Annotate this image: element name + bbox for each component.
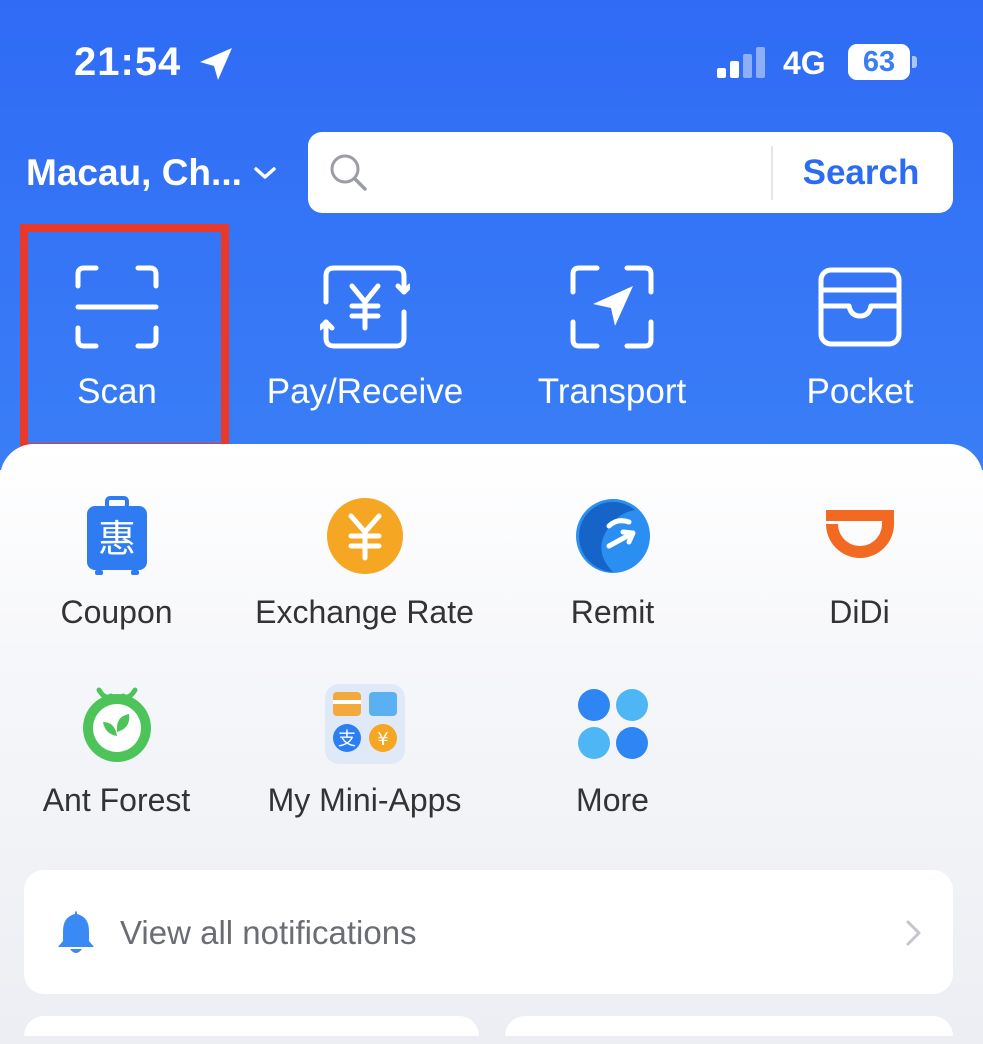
remit-label: Remit (570, 594, 655, 630)
chevron-right-icon (906, 920, 921, 946)
ant-forest-label: Ant Forest (42, 782, 191, 818)
remit-icon (575, 499, 650, 573)
app-coupon[interactable]: 惠 Coupon (0, 496, 239, 631)
exchange-rate-label: Exchange Rate (255, 594, 474, 630)
pocket-icon (818, 267, 902, 347)
view-all-notifications: View all notifications (120, 914, 417, 951)
more-icon (577, 689, 648, 759)
location-arrow-icon (200, 48, 232, 80)
bottom-card-right (505, 1016, 953, 1036)
app-remit[interactable]: Remit (490, 496, 735, 631)
transport-icon (570, 265, 654, 349)
pay-receive-button[interactable]: Pay/Receive (250, 262, 480, 422)
svg-text:惠: 惠 (97, 517, 135, 561)
battery-indicator: 63 (848, 44, 910, 80)
location-label: Macau, Ch... (26, 152, 242, 193)
more-label: More (576, 782, 649, 818)
svg-text:¥: ¥ (377, 729, 388, 750)
search-divider (771, 146, 773, 200)
location-selector[interactable]: Macau, Ch... (26, 152, 278, 194)
transport-button[interactable]: Transport (497, 262, 727, 422)
coupon-label: Coupon (60, 594, 173, 630)
chevron-down-icon (254, 167, 276, 179)
status-time: 21:54 (74, 40, 182, 84)
pocket-label: Pocket (806, 372, 914, 411)
search-input[interactable] (382, 146, 766, 200)
scan-highlight-box (20, 224, 229, 451)
app-my-mini-apps[interactable]: 支 ¥ My Mini-Apps (242, 684, 487, 819)
coupon-icon: 惠 (86, 496, 147, 575)
search-button[interactable]: Search (782, 148, 940, 198)
ant-forest-icon (82, 687, 151, 762)
exchange-rate-icon (326, 498, 403, 574)
network-type: 4G (783, 45, 826, 81)
my-mini-apps-label: My Mini-Apps (267, 782, 462, 818)
cellular-signal-icon (717, 47, 765, 78)
pay-receive-icon (320, 265, 410, 349)
app-ant-forest[interactable]: Ant Forest (0, 684, 239, 819)
app-exchange-rate[interactable]: Exchange Rate (242, 496, 487, 631)
pocket-button[interactable]: Pocket (745, 262, 975, 422)
bottom-card-left (24, 1016, 479, 1036)
search-icon (330, 154, 367, 191)
app-more[interactable]: More (490, 684, 735, 819)
mini-apps-icon: 支 ¥ (324, 684, 405, 764)
didi-label: DiDi (829, 594, 890, 630)
battery-tip (912, 56, 917, 68)
bell-icon (58, 911, 94, 953)
app-didi[interactable]: DiDi (737, 496, 982, 631)
transport-label: Transport (537, 372, 687, 411)
svg-text:支: 支 (338, 729, 356, 750)
pay-receive-label: Pay/Receive (266, 372, 464, 411)
didi-icon (825, 510, 894, 558)
